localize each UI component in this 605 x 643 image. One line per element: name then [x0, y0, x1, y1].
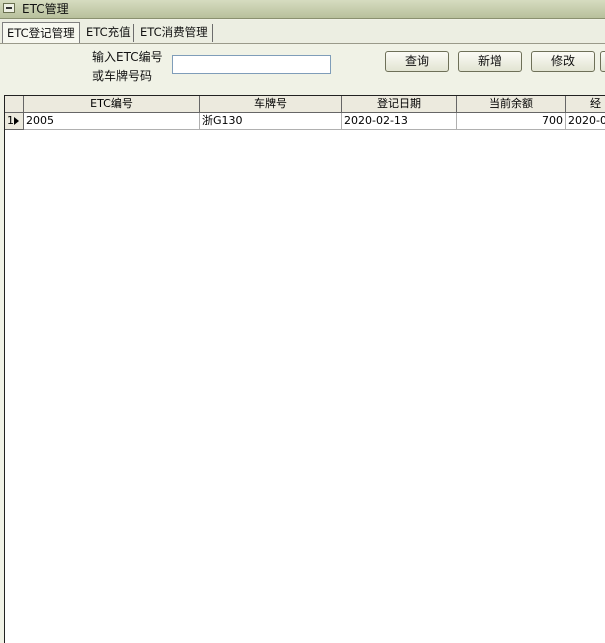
etc-data-grid[interactable]: ETC编号 车牌号 登记日期 当前余额 经 1 2005 浙G130 2020-…: [4, 95, 605, 643]
more-button[interactable]: [600, 51, 605, 72]
row-number: 1: [7, 114, 14, 127]
column-header-plate[interactable]: 车牌号: [200, 96, 342, 113]
column-header-reg-date[interactable]: 登记日期: [342, 96, 457, 113]
cell-balance[interactable]: 700: [457, 113, 566, 130]
query-button[interactable]: 查询: [385, 51, 449, 72]
tab-strip: ETC登记管理 ETC充值 ETC消费管理: [0, 20, 605, 44]
tab-etc-recharge[interactable]: ETC充值: [82, 24, 134, 42]
edit-button[interactable]: 修改: [531, 51, 595, 72]
search-input[interactable]: [172, 55, 331, 74]
search-label-line2: 或车牌号码: [92, 69, 153, 83]
tab-etc-consumption[interactable]: ETC消费管理: [136, 24, 213, 42]
current-row-indicator-icon: [14, 117, 19, 125]
window-title: ETC管理: [22, 2, 69, 16]
title-bar: ETC管理: [0, 0, 605, 19]
column-header-etc-no[interactable]: ETC编号: [24, 96, 200, 113]
cell-etc-no[interactable]: 2005: [24, 113, 200, 130]
add-button[interactable]: 新增: [458, 51, 522, 72]
cell-plate[interactable]: 浙G130: [200, 113, 342, 130]
column-header-balance[interactable]: 当前余额: [457, 96, 566, 113]
system-menu-icon[interactable]: [3, 3, 15, 13]
cell-reg-date[interactable]: 2020-02-13: [342, 113, 457, 130]
tab-etc-registration[interactable]: ETC登记管理: [2, 22, 80, 43]
row-header-corner: [5, 96, 24, 113]
search-label-line1: 输入ETC编号: [92, 50, 163, 64]
column-header-extra[interactable]: 经: [566, 96, 605, 113]
row-header[interactable]: 1: [5, 113, 24, 130]
cell-extra[interactable]: 2020-02: [566, 113, 605, 130]
search-panel: 输入ETC编号 或车牌号码 查询 新增 修改: [0, 44, 605, 95]
etc-management-window: ETC管理 ETC登记管理 ETC充值 ETC消费管理 输入ETC编号 或车牌号…: [0, 0, 605, 643]
